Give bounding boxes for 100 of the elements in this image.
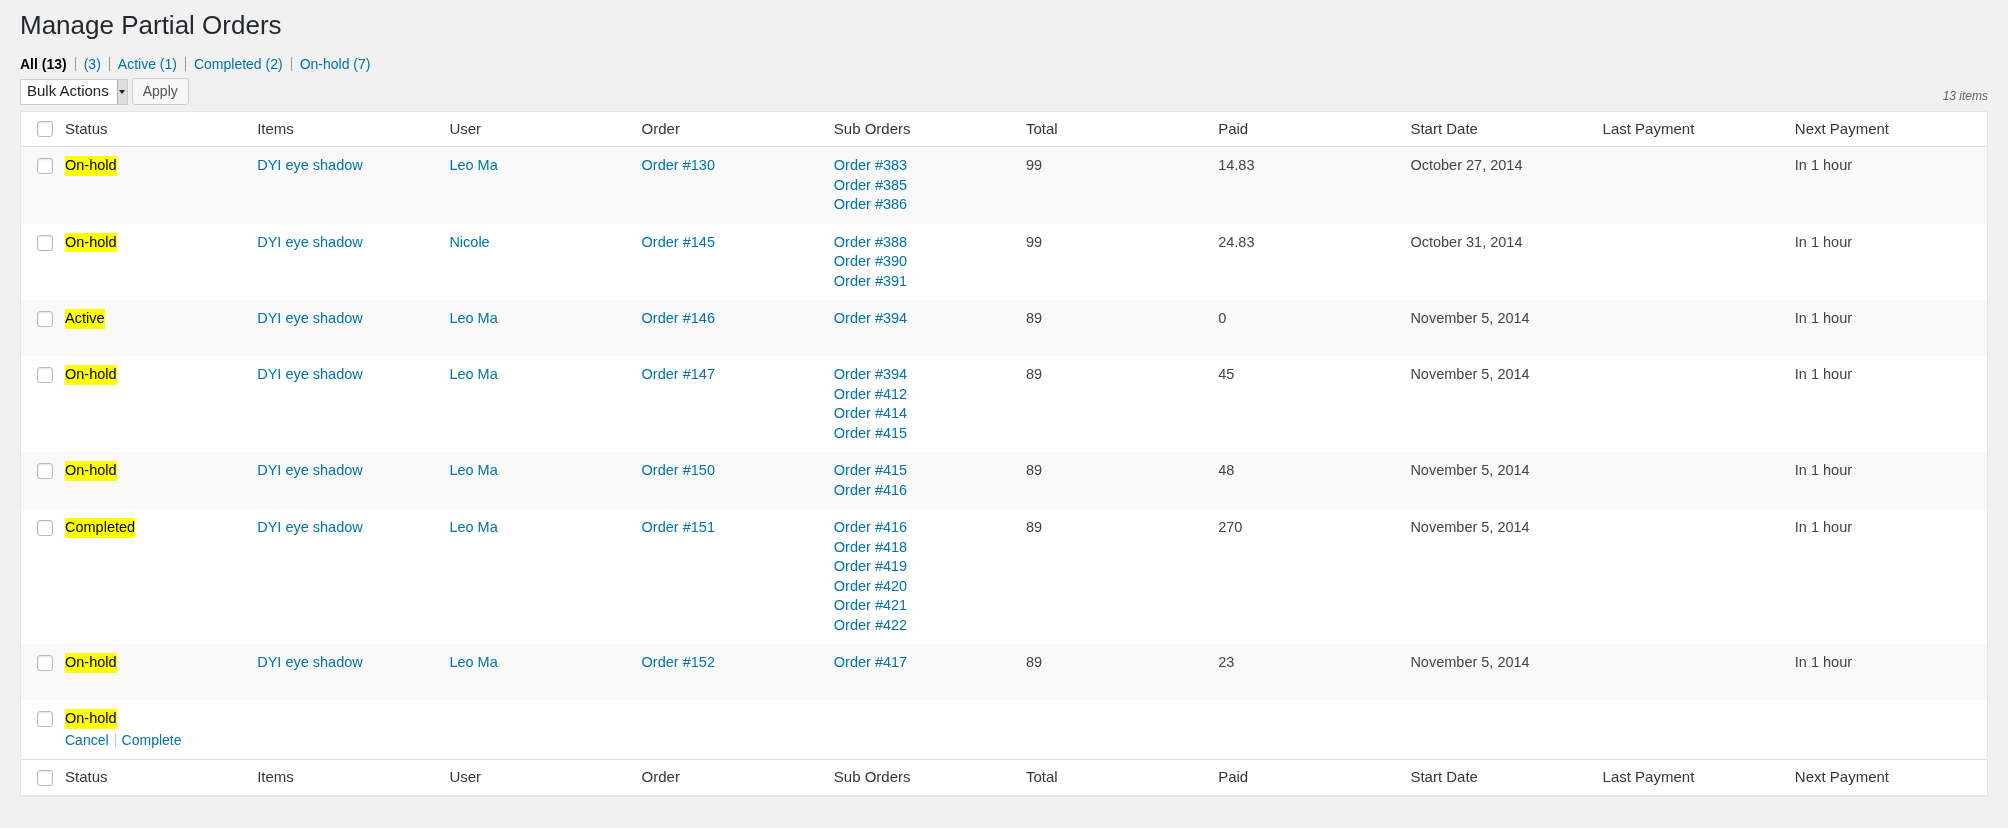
filter-link[interactable]: (3) xyxy=(83,54,101,74)
checkbox[interactable] xyxy=(37,311,53,327)
row-action-link[interactable]: Cancel xyxy=(65,730,109,750)
item-link[interactable]: DYI eye shadow xyxy=(257,365,363,385)
sub-order-link[interactable]: Order #414 xyxy=(833,404,908,424)
user-link[interactable]: Leo Ma xyxy=(449,653,498,673)
column-header[interactable]: Status xyxy=(65,119,108,137)
status-label: On-hold xyxy=(65,709,117,729)
item-link[interactable]: DYI eye shadow xyxy=(257,232,363,252)
paid-cell-text: 270 xyxy=(1218,518,1243,537)
start-date-cell-text: November 5, 2014 xyxy=(1410,461,1530,480)
start-date-cell-text: November 5, 2014 xyxy=(1410,518,1530,537)
order-link[interactable]: Order #145 xyxy=(641,232,715,252)
next-payment-cell-text: In 1 hour xyxy=(1794,365,1853,384)
paid-cell-text: 14.83 xyxy=(1218,156,1255,175)
item-link[interactable]: DYI eye shadow xyxy=(257,156,363,176)
sub-order-link[interactable]: Order #421 xyxy=(833,596,908,616)
checkbox[interactable] xyxy=(37,711,53,727)
sub-order-link[interactable]: Order #412 xyxy=(833,384,908,404)
order-link[interactable]: Order #147 xyxy=(641,365,715,385)
paid-cell: 24.83 xyxy=(1218,232,1255,252)
checkbox[interactable] xyxy=(37,520,53,536)
checkbox[interactable] xyxy=(37,655,53,671)
user-link[interactable]: Leo Ma xyxy=(449,461,498,481)
sub-order-link[interactable]: Order #386 xyxy=(833,195,908,215)
sub-order-link[interactable]: Order #394 xyxy=(833,309,908,329)
user-link[interactable]: Leo Ma xyxy=(449,156,498,176)
sub-order-link[interactable]: Order #385 xyxy=(833,175,908,195)
column-header[interactable]: Total xyxy=(1026,768,1058,786)
sub-order-link[interactable]: Order #415 xyxy=(833,423,908,443)
column-header[interactable]: Paid xyxy=(1218,768,1249,786)
total-cell-text: 89 xyxy=(1026,518,1043,537)
paid-cell-text: 45 xyxy=(1218,365,1235,384)
sub-order-link[interactable]: Order #418 xyxy=(833,537,908,557)
paid-cell-text: 0 xyxy=(1218,309,1227,328)
checkbox[interactable] xyxy=(37,121,53,137)
total-cell-text: 89 xyxy=(1026,461,1043,480)
apply-button[interactable]: Apply xyxy=(131,78,189,105)
checkbox[interactable] xyxy=(37,463,53,479)
sub-order-link[interactable]: Order #388 xyxy=(833,232,908,252)
item-link[interactable]: DYI eye shadow xyxy=(257,461,363,481)
filter-link[interactable]: Completed (2) xyxy=(193,54,283,74)
sub-order-link[interactable]: Order #415 xyxy=(833,461,908,481)
next-payment-cell: In 1 hour xyxy=(1794,232,1853,252)
user-link[interactable]: Leo Ma xyxy=(449,365,498,385)
filter-link[interactable]: On-hold (7) xyxy=(299,54,371,74)
sub-order-link[interactable]: Order #394 xyxy=(833,365,908,385)
user-link[interactable]: Nicole xyxy=(449,232,490,252)
column-header[interactable]: Items xyxy=(257,768,294,786)
column-header[interactable]: Order xyxy=(641,119,680,137)
sub-order-link[interactable]: Order #391 xyxy=(833,271,908,291)
order-link[interactable]: Order #151 xyxy=(641,518,715,538)
column-header[interactable]: User xyxy=(449,119,482,137)
total-cell-text: 99 xyxy=(1026,156,1043,175)
page-title: Manage Partial Orders xyxy=(20,9,282,42)
paid-cell-text: 23 xyxy=(1218,653,1235,672)
user-link[interactable]: Leo Ma xyxy=(449,309,498,329)
sub-order-link[interactable]: Order #422 xyxy=(833,615,908,635)
order-link[interactable]: Order #152 xyxy=(641,653,715,673)
column-header[interactable]: Sub Orders xyxy=(833,119,911,137)
sub-order-link[interactable]: Order #416 xyxy=(833,480,908,500)
column-header[interactable]: Items xyxy=(257,119,294,137)
item-link[interactable]: DYI eye shadow xyxy=(257,653,363,673)
column-header[interactable]: Next Payment xyxy=(1794,119,1889,137)
next-payment-cell-text: In 1 hour xyxy=(1794,653,1853,672)
column-header[interactable]: Status xyxy=(65,768,108,786)
order-link[interactable]: Order #146 xyxy=(641,309,715,329)
sub-order-link[interactable]: Order #417 xyxy=(833,653,908,673)
sub-order-link[interactable]: Order #420 xyxy=(833,576,908,596)
user-link[interactable]: Leo Ma xyxy=(449,518,498,538)
column-header[interactable]: Sub Orders xyxy=(833,768,911,786)
checkbox[interactable] xyxy=(37,367,53,383)
checkbox[interactable] xyxy=(37,769,53,786)
row-action-link[interactable]: Complete xyxy=(121,730,182,750)
sub-order-link[interactable]: Order #390 xyxy=(833,252,908,272)
column-header[interactable]: Total xyxy=(1026,119,1058,137)
status-label: Active xyxy=(65,309,105,329)
status-label: On-hold xyxy=(65,232,117,252)
sub-order-link[interactable]: Order #416 xyxy=(833,518,908,538)
checkbox[interactable] xyxy=(37,234,53,251)
column-header[interactable]: Last Payment xyxy=(1602,768,1695,786)
next-payment-cell-text: In 1 hour xyxy=(1794,309,1853,328)
column-header[interactable]: Next Payment xyxy=(1794,768,1889,786)
column-header[interactable]: Start Date xyxy=(1410,768,1478,786)
column-header[interactable]: Paid xyxy=(1218,119,1249,137)
item-link[interactable]: DYI eye shadow xyxy=(257,518,363,538)
status-label: On-hold xyxy=(65,156,117,176)
column-header[interactable]: Start Date xyxy=(1410,119,1478,137)
order-link[interactable]: Order #130 xyxy=(641,156,715,176)
filter-link[interactable]: Active (1) xyxy=(117,54,177,74)
column-header[interactable]: User xyxy=(449,768,482,786)
column-header[interactable]: Order xyxy=(641,768,680,786)
item-link[interactable]: DYI eye shadow xyxy=(257,309,363,329)
column-header[interactable]: Last Payment xyxy=(1602,119,1695,137)
filter-link[interactable]: All (13) xyxy=(20,54,67,74)
sub-order-link[interactable]: Order #419 xyxy=(833,557,908,577)
sub-order-link[interactable]: Order #383 xyxy=(833,156,908,176)
bulk-actions-dropdown[interactable]: Bulk Actions xyxy=(20,78,128,105)
order-link[interactable]: Order #150 xyxy=(641,461,715,481)
checkbox[interactable] xyxy=(37,158,53,174)
